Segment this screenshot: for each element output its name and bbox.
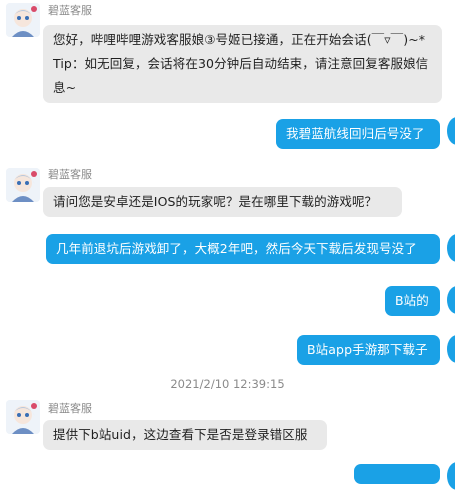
message-bubble-incoming[interactable]: 您好，哔哩哔哩游戏客服娘③号姬已接通，正在开始会话(￣▿￣)~* Tip：如无回… (43, 25, 442, 103)
user-avatar-icon[interactable] (447, 286, 455, 314)
message-bubble-outgoing[interactable]: 几年前退坑后游戏卸了，大概2年吧，然后今天下载后发现号没了 (46, 234, 440, 264)
message-timestamp: 2021/2/10 12:39:15 (170, 377, 285, 391)
user-avatar-icon[interactable] (447, 462, 455, 490)
user-avatar-icon[interactable] (447, 234, 455, 262)
agent-name: 碧蓝客服 (48, 168, 92, 181)
message-bubble-outgoing[interactable]: B站的 (385, 286, 440, 316)
chat-conversation: 碧蓝客服 您好，哔哩哔哩游戏客服娘③号姬已接通，正在开始会话(￣▿￣)~* Ti… (0, 0, 455, 490)
message-bubble-outgoing[interactable]: B站app手游那下载子 (297, 335, 440, 365)
message-bubble-outgoing-partial[interactable] (354, 464, 440, 484)
user-avatar-icon[interactable] (447, 117, 455, 145)
agent-name: 碧蓝客服 (48, 4, 92, 17)
message-bubble-outgoing[interactable]: 我碧蓝航线回归后号没了 (276, 119, 440, 149)
agent-avatar-icon[interactable] (6, 400, 40, 434)
agent-avatar-icon[interactable] (6, 168, 40, 202)
message-bubble-incoming[interactable]: 提供下b站uid，这边查看下是否是登录错区服 (43, 420, 327, 450)
message-bubble-incoming[interactable]: 请问您是安卓还是IOS的玩家呢？是在哪里下载的游戏呢？ (43, 187, 402, 217)
agent-name: 碧蓝客服 (48, 402, 92, 415)
user-avatar-icon[interactable] (447, 335, 455, 363)
agent-avatar-icon[interactable] (6, 3, 40, 37)
